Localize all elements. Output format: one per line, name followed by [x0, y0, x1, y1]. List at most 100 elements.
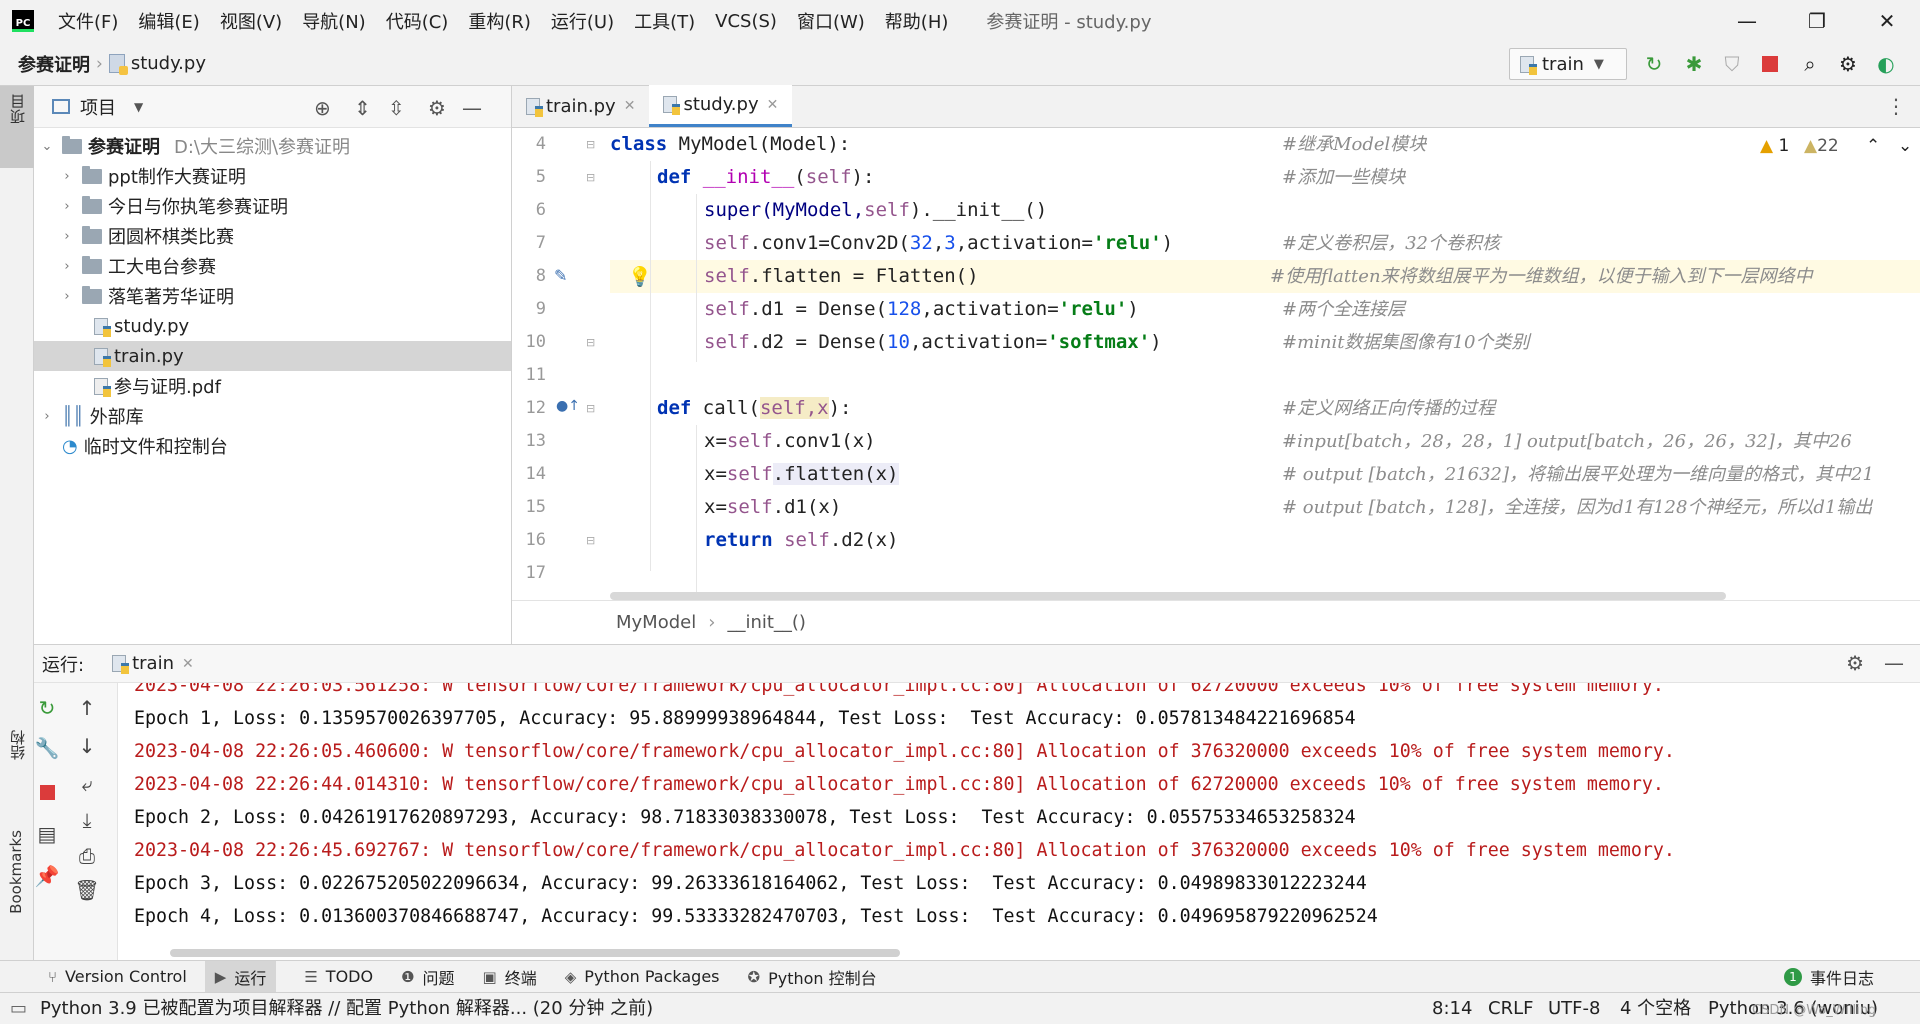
chevron-down-icon[interactable]: ⌄: [38, 139, 56, 154]
arrow-down-icon[interactable]: ↓: [74, 733, 100, 759]
tab-run[interactable]: ▶ 运行: [204, 960, 277, 993]
pin-icon[interactable]: 📌: [34, 863, 60, 889]
gear-icon[interactable]: ⚙: [428, 96, 446, 120]
run-tab-train[interactable]: train: [132, 653, 174, 674]
tab-problems[interactable]: ❶ 问题: [401, 961, 454, 993]
menu-code[interactable]: 代码(C): [386, 8, 449, 34]
minimize-icon[interactable]: —: [1712, 0, 1782, 42]
tree-file[interactable]: 参与证明.pdf: [34, 371, 511, 401]
tree-file[interactable]: study.py: [34, 311, 511, 341]
chevron-right-icon[interactable]: ›: [58, 259, 76, 274]
menu-navigate[interactable]: 导航(N): [302, 8, 366, 34]
more-options-icon[interactable]: ⋮: [1886, 94, 1906, 118]
chevron-right-icon[interactable]: ›: [38, 409, 56, 424]
tab-todo[interactable]: ☰ TODO: [304, 961, 373, 993]
tab-version-control[interactable]: ⑂ Version Control: [48, 961, 187, 993]
debug-icon[interactable]: ✱: [1682, 52, 1706, 76]
wrench-icon[interactable]: 🔧: [34, 735, 60, 761]
editor-horizontal-scrollbar[interactable]: [610, 592, 1726, 600]
tree-folder[interactable]: › 落笔著芳华证明: [34, 281, 511, 311]
tree-file-selected[interactable]: train.py: [34, 341, 511, 371]
close-icon[interactable]: ✕: [1852, 0, 1920, 42]
breadcrumb-file[interactable]: study.py: [131, 53, 206, 74]
expand-all-icon[interactable]: ⇕: [354, 96, 371, 120]
search-icon[interactable]: ⌕: [1798, 52, 1822, 76]
menu-edit[interactable]: 编辑(E): [138, 8, 199, 34]
project-tool-tab[interactable]: 项目: [0, 86, 34, 168]
tree-folder[interactable]: › 团圆杯棋类比赛: [34, 221, 511, 251]
coverage-icon[interactable]: ⛉: [1720, 52, 1744, 76]
breadcrumb-project[interactable]: 参赛证明: [18, 51, 90, 77]
line-separator[interactable]: CRLF: [1488, 993, 1533, 1025]
chevron-down-icon[interactable]: ▼: [134, 100, 143, 114]
fold-icon[interactable]: ⊟: [586, 402, 595, 415]
breadcrumb-class[interactable]: MyModel: [616, 612, 696, 633]
tree-folder[interactable]: › 工大电台参赛: [34, 251, 511, 281]
tab-terminal[interactable]: ▣ 终端: [483, 961, 537, 993]
tree-folder[interactable]: › 今日与你执笔参赛证明: [34, 191, 511, 221]
layout-icon[interactable]: ▤: [34, 821, 60, 847]
tab-python-console[interactable]: ✪ Python 控制台: [748, 961, 877, 993]
rerun-icon[interactable]: ↻: [34, 695, 60, 721]
menu-window[interactable]: 窗口(W): [797, 8, 865, 34]
restore-icon[interactable]: ❐: [1782, 0, 1852, 42]
console-horizontal-scrollbar[interactable]: [170, 949, 900, 957]
scroll-to-end-icon[interactable]: ⤓: [74, 807, 100, 833]
gear-icon[interactable]: ⚙: [1846, 651, 1864, 675]
close-tab-icon[interactable]: ✕: [624, 98, 636, 114]
chevron-right-icon[interactable]: ›: [58, 229, 76, 244]
chevron-right-icon[interactable]: ›: [58, 289, 76, 304]
tab-study-py[interactable]: study.py ✕: [649, 85, 793, 127]
breadcrumb-method[interactable]: __init__(): [727, 612, 806, 633]
pen-icon[interactable]: ✎: [554, 266, 567, 285]
tree-folder[interactable]: › ppt制作大赛证明: [34, 161, 511, 191]
lightbulb-icon[interactable]: 💡: [628, 265, 652, 288]
code-with-me-icon[interactable]: ◐: [1874, 52, 1898, 76]
menu-run[interactable]: 运行(U): [551, 8, 614, 34]
tree-root[interactable]: ⌄ 参赛证明 D:\大三综测\参赛证明: [34, 131, 511, 161]
menu-file[interactable]: 文件(F): [58, 8, 118, 34]
run-configuration-select[interactable]: train ▼: [1509, 48, 1627, 80]
tab-train-py[interactable]: train.py ✕: [512, 85, 649, 127]
tab-python-packages[interactable]: ◈ Python Packages: [565, 961, 720, 993]
menu-vcs[interactable]: VCS(S): [715, 11, 777, 32]
fold-icon[interactable]: ⊟: [586, 534, 595, 547]
tree-scratches[interactable]: ◔ 临时文件和控制台: [34, 431, 511, 461]
indent-setting[interactable]: 4 个空格: [1620, 993, 1691, 1025]
menu-refactor[interactable]: 重构(R): [468, 8, 531, 34]
status-message[interactable]: Python 3.9 已被配置为项目解释器 // 配置 Python 解释器..…: [40, 993, 653, 1025]
close-tab-icon[interactable]: ✕: [182, 656, 194, 672]
override-marker-icon[interactable]: ●↑: [556, 398, 580, 414]
trash-icon[interactable]: 🗑: [74, 877, 100, 903]
project-view-select[interactable]: 项目: [80, 94, 116, 120]
menu-view[interactable]: 视图(V): [220, 8, 282, 34]
fold-icon[interactable]: ⊟: [586, 171, 595, 184]
rerun-icon[interactable]: ↻: [1642, 52, 1666, 76]
fold-icon[interactable]: ⊟: [586, 336, 595, 349]
chevron-right-icon[interactable]: ›: [58, 169, 76, 184]
event-log-button[interactable]: 1 事件日志: [1784, 961, 1874, 993]
print-icon[interactable]: ⎙: [74, 843, 100, 869]
collapse-all-icon[interactable]: ⇳: [388, 96, 405, 120]
arrow-up-icon[interactable]: ↑: [74, 695, 100, 721]
menu-help[interactable]: 帮助(H): [885, 8, 949, 34]
menu-tools[interactable]: 工具(T): [634, 8, 695, 34]
file-encoding[interactable]: UTF-8: [1548, 993, 1600, 1025]
bookmarks-tool-tab[interactable]: Bookmarks: [0, 826, 34, 936]
locate-file-icon[interactable]: ⊕: [314, 96, 331, 120]
stop-icon[interactable]: [34, 779, 60, 805]
caret-position[interactable]: 8:14: [1432, 993, 1472, 1025]
fold-icon[interactable]: ⊟: [586, 138, 595, 151]
gear-icon[interactable]: ⚙: [1836, 52, 1860, 76]
tree-external-libraries[interactable]: › ║║ 外部库: [34, 401, 511, 431]
chevron-right-icon[interactable]: ›: [58, 199, 76, 214]
close-tab-icon[interactable]: ✕: [767, 97, 779, 113]
console-output[interactable]: 2023-04-08 22:26:03.561258: W tensorflow…: [130, 683, 1920, 961]
status-panel-icon[interactable]: ▭: [10, 993, 27, 1025]
hide-panel-icon[interactable]: —: [1884, 651, 1904, 675]
soft-wrap-icon[interactable]: ⤶: [74, 771, 100, 797]
structure-tool-tab[interactable]: 结构: [0, 726, 34, 806]
hide-panel-icon[interactable]: —: [462, 96, 482, 120]
code-area[interactable]: 💡 class MyModel(Model): def __init__(sel…: [610, 128, 1920, 600]
stop-icon[interactable]: [1758, 52, 1782, 76]
